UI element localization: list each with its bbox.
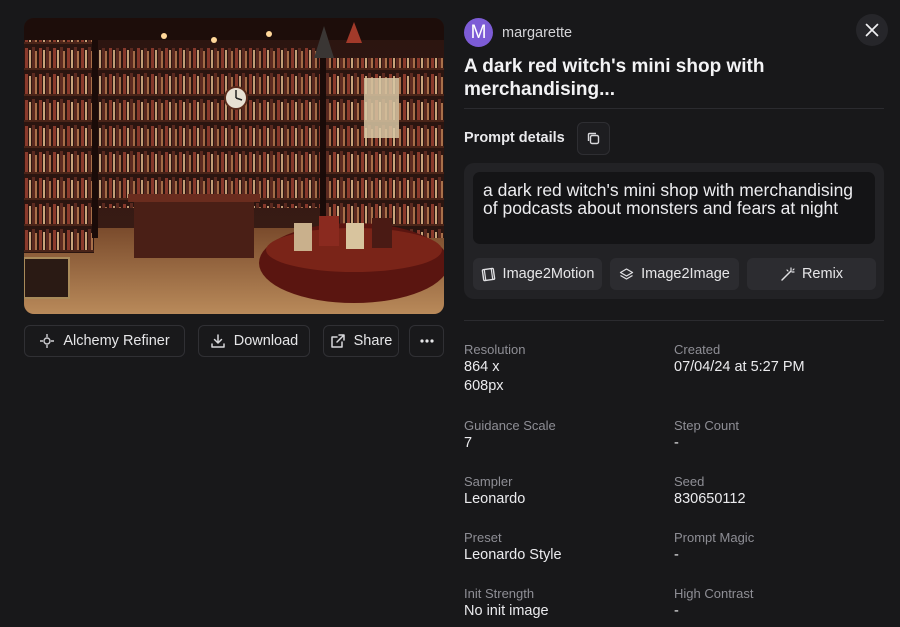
layers-icon [620, 267, 634, 280]
seed-value: 830650112 [674, 491, 746, 507]
image2image-label: Image2Image [641, 266, 730, 282]
preset-label: Preset [464, 530, 502, 545]
remix-label: Remix [801, 266, 844, 282]
high-contrast-value: - [674, 603, 679, 619]
close-button[interactable] [856, 14, 888, 46]
step-count-label: Step Count [674, 418, 740, 433]
resolution-label: Resolution [464, 342, 526, 357]
image2image-button[interactable]: Image2Image [610, 258, 739, 290]
alchemy-icon [40, 334, 55, 348]
divider [464, 108, 884, 109]
more-options-button[interactable] [409, 325, 444, 357]
film-icon [481, 267, 495, 281]
sampler-value: Leonardo [464, 491, 526, 507]
prompt-details-heading: Prompt details [464, 130, 565, 146]
download-icon [211, 334, 225, 348]
magic-wand-icon [781, 266, 795, 281]
sampler-label: Sampler [464, 474, 513, 489]
image-title: A dark red witch's mini shop with mercha… [464, 56, 765, 100]
close-icon [865, 23, 879, 37]
remix-button[interactable]: Remix [747, 258, 876, 290]
download-button[interactable]: Download [198, 325, 310, 357]
guidance-scale-label: Guidance Scale [464, 418, 556, 433]
init-strength-value: No init image [464, 603, 549, 619]
image-detail-modal: Alchemy Refiner Download Share M margare… [0, 0, 900, 627]
step-count-value: - [674, 435, 679, 451]
guidance-scale-value: 7 [464, 435, 473, 451]
prompt-details-header: Prompt details [464, 121, 610, 155]
init-strength-label: Init Strength [464, 586, 535, 601]
seed-label: Seed [674, 474, 705, 489]
share-button[interactable]: Share [323, 325, 399, 357]
external-link-icon [330, 334, 345, 348]
username: margarette [502, 24, 573, 41]
prompt-text[interactable]: a dark red witch's mini shop with mercha… [473, 172, 875, 244]
avatar: M [464, 18, 493, 47]
generated-image[interactable] [24, 18, 444, 314]
image2motion-button[interactable]: Image2Motion [473, 258, 602, 290]
resolution-value-line2: 608px [464, 378, 504, 394]
shop-illustration [24, 18, 444, 314]
alchemy-refiner-label: Alchemy Refiner [63, 333, 170, 349]
prompt-panel: a dark red witch's mini shop with mercha… [464, 163, 884, 299]
alchemy-refiner-button[interactable]: Alchemy Refiner [24, 325, 185, 357]
creator-row[interactable]: M margarette [464, 18, 572, 47]
resolution-value-line1: 864 x [464, 359, 500, 375]
prompt-magic-value: - [674, 547, 679, 563]
copy-icon [587, 132, 599, 144]
copy-prompt-button[interactable] [576, 121, 610, 155]
download-label: Download [233, 333, 299, 349]
preset-value: Leonardo Style [464, 547, 562, 563]
image2motion-label: Image2Motion [502, 266, 595, 282]
share-label: Share [353, 333, 393, 349]
divider [464, 320, 884, 321]
created-label: Created [674, 342, 721, 357]
prompt-magic-label: Prompt Magic [674, 530, 755, 545]
high-contrast-label: High Contrast [674, 586, 754, 601]
ellipsis-icon [419, 339, 434, 343]
created-value: 07/04/24 at 5:27 PM [674, 359, 805, 375]
